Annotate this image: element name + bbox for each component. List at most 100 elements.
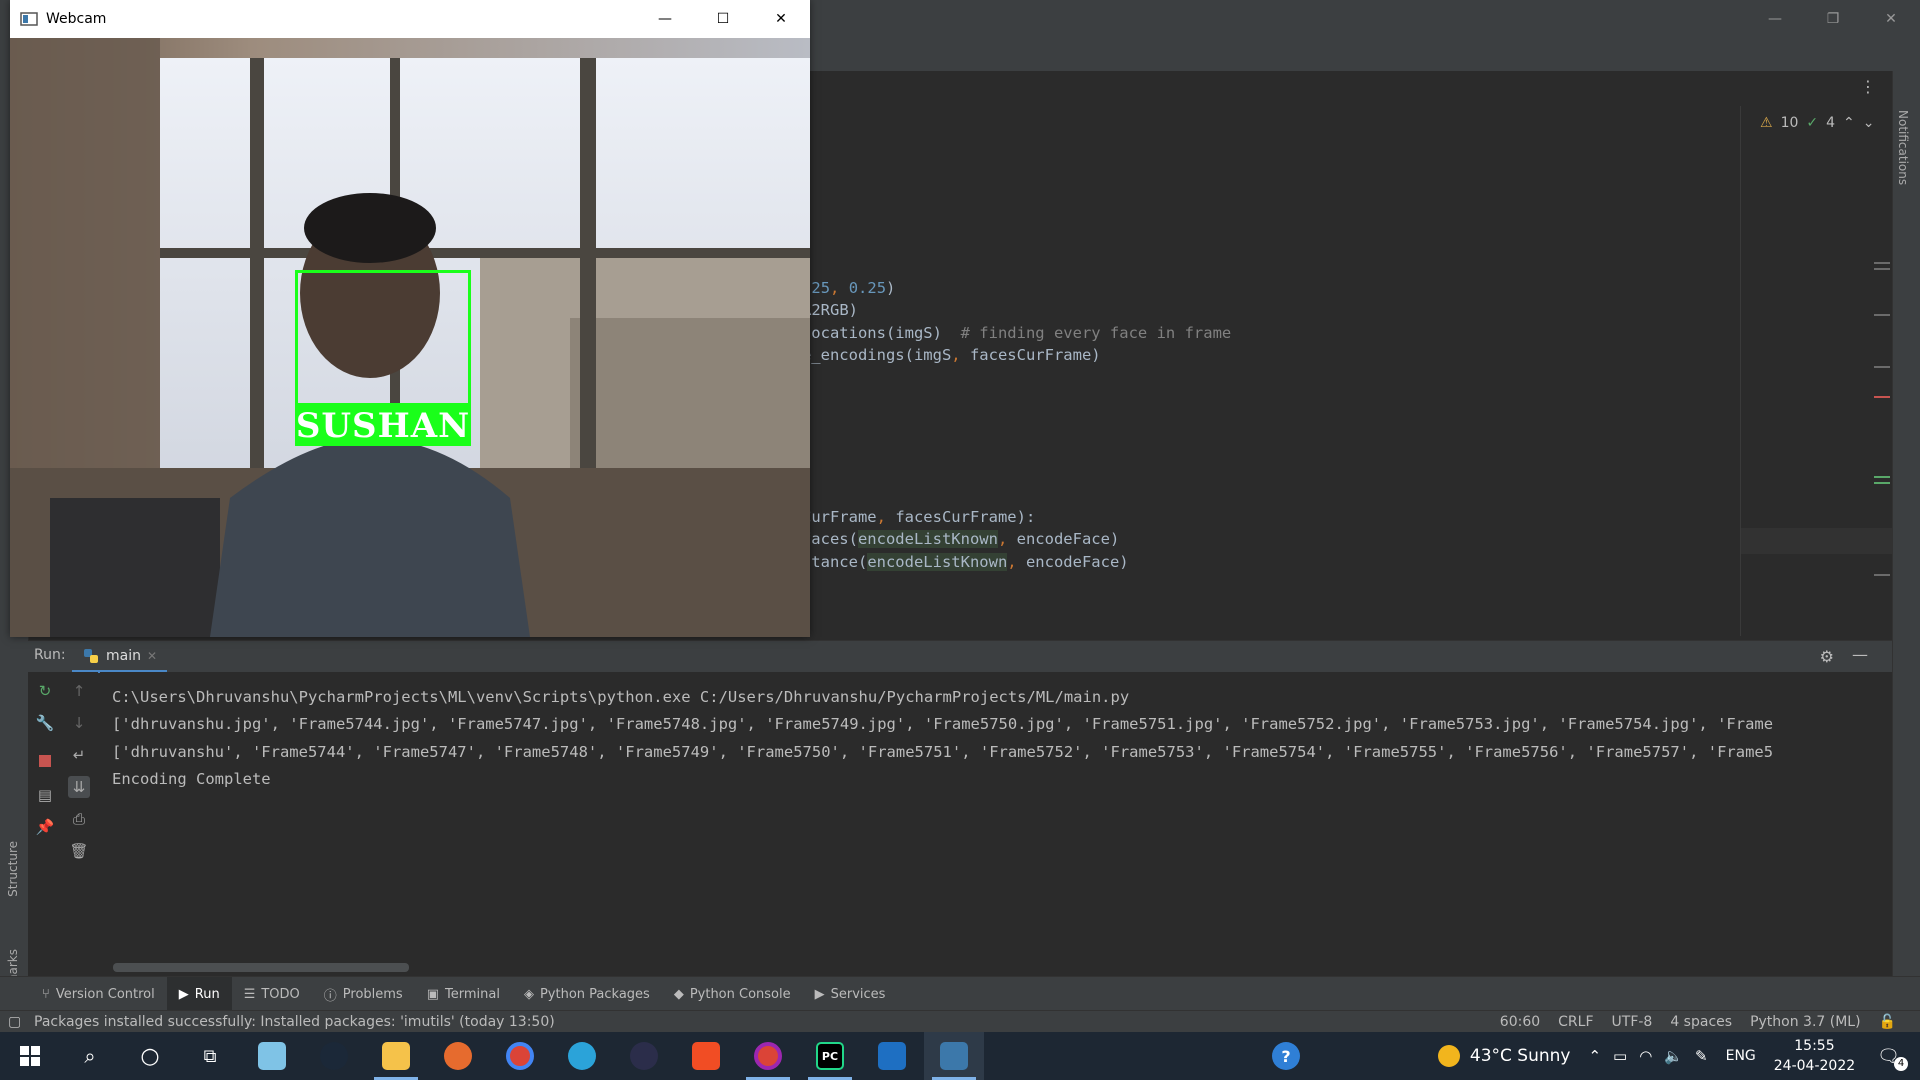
run-console[interactable]: C:\Users\Dhruvanshu\PycharmProjects\ML\v… <box>100 672 1892 976</box>
tab-version-control[interactable]: ⑂ Version Control <box>30 977 167 1011</box>
soft-wrap-icon[interactable]: ↵ <box>68 744 90 766</box>
code-token: , <box>951 346 970 364</box>
structure-tab[interactable]: Structure <box>6 841 20 897</box>
status-toggle-icon[interactable]: ▢ <box>8 1014 21 1030</box>
battery-icon[interactable]: ▭ <box>1613 1047 1627 1065</box>
services-icon: ▶ <box>814 986 825 1002</box>
tab-todo[interactable]: ☰ TODO <box>232 977 312 1011</box>
notifications-tab[interactable]: Notifications <box>1896 110 1910 185</box>
webcam-window[interactable]: Webcam — ☐ ✕ SUSHAN <box>10 0 810 637</box>
taskbar-app-icon[interactable] <box>738 1032 798 1080</box>
check-icon: ✓ <box>1806 115 1819 131</box>
run-tab-main[interactable]: main ✕ <box>72 641 168 673</box>
taskbar-app-icon[interactable] <box>366 1032 426 1080</box>
arrow-up-icon[interactable]: ↑ <box>68 680 90 702</box>
restore-icon[interactable]: ❐ <box>1804 0 1862 38</box>
windows-taskbar: ⌕ ○ ⧉ PC ? 43°C Sunny ⌃ ▭ ◠ 🔈 ✎ ENG 15:5… <box>0 1032 1920 1080</box>
tab-python-packages[interactable]: ◈ Python Packages <box>512 977 662 1011</box>
cortana-icon[interactable]: ○ <box>120 1032 180 1080</box>
wifi-icon[interactable]: ◠ <box>1639 1047 1652 1065</box>
window-app-icon <box>20 12 38 26</box>
notes-icon <box>258 1042 286 1070</box>
line-separator[interactable]: CRLF <box>1558 1014 1593 1030</box>
taskbar-app-icon[interactable]: PC <box>800 1032 860 1080</box>
warning-icon: ⚠ <box>1760 115 1773 131</box>
minimize-icon[interactable]: — <box>1746 0 1804 38</box>
tab-problems[interactable]: ⓘ Problems <box>312 977 415 1011</box>
taskbar-app-icon[interactable] <box>304 1032 364 1080</box>
scroll-marker <box>1874 262 1890 264</box>
hide-icon[interactable]: — <box>1852 645 1868 664</box>
tab-label: Run <box>194 986 220 1002</box>
wrench-icon[interactable]: 🔧 <box>34 712 56 734</box>
pycharm-icon: PC <box>816 1042 844 1070</box>
taskbar-app-icon[interactable] <box>862 1032 922 1080</box>
close-icon[interactable]: ✕ <box>1862 0 1920 38</box>
layout-icon[interactable]: ▤ <box>34 784 56 806</box>
tab-services[interactable]: ▶ Services <box>803 977 898 1011</box>
chevron-up-icon[interactable]: ⌃ <box>1588 1047 1601 1065</box>
file-encoding[interactable]: UTF-8 <box>1612 1014 1653 1030</box>
arrow-down-icon[interactable]: ↓ <box>68 712 90 734</box>
more-options-icon[interactable]: ⋮ <box>1860 77 1876 96</box>
clock-date: 24-04-2022 <box>1773 1058 1856 1074</box>
rerun-icon[interactable]: ↻ <box>34 680 56 702</box>
taskbar-app-icon[interactable] <box>614 1032 674 1080</box>
task-view-icon[interactable]: ⧉ <box>180 1032 240 1080</box>
tab-label: Version Control <box>55 986 155 1002</box>
pin-icon[interactable]: 📌 <box>34 816 56 838</box>
tab-python-console[interactable]: ◆ Python Console <box>662 977 803 1011</box>
tab-label: TODO <box>261 986 300 1002</box>
tool-window-tabs: ⑂ Version Control ▶ Run ☰ TODO ⓘ Problems ▣ T… <box>0 976 1920 1011</box>
tab-label: Problems <box>342 986 403 1002</box>
code-token: ) <box>886 279 896 297</box>
tab-run[interactable]: ▶ Run <box>166 977 232 1011</box>
caret-position[interactable]: 60:60 <box>1500 1014 1540 1030</box>
chevron-up-icon[interactable]: ⌃ <box>1843 115 1855 131</box>
code-token: facesCurFrame): <box>895 508 1036 526</box>
webcam-title: Webcam <box>46 11 107 27</box>
taskbar-app-icon[interactable] <box>552 1032 612 1080</box>
breadcrumb[interactable]: n zip(... <box>660 611 1744 637</box>
search-icon[interactable]: ⌕ <box>60 1032 120 1080</box>
clock[interactable]: 15:55 24-04-2022 <box>1774 1036 1855 1076</box>
volume-icon[interactable]: 🔈 <box>1664 1047 1683 1065</box>
language-indicator[interactable]: ENG <box>1726 1048 1756 1064</box>
action-center-icon[interactable]: 🗨 4 <box>1877 1046 1908 1071</box>
gear-icon[interactable]: ⚙ <box>1820 647 1834 666</box>
indent-setting[interactable]: 4 spaces <box>1670 1014 1732 1030</box>
close-icon[interactable]: ✕ <box>752 0 810 38</box>
minimize-icon[interactable]: — <box>636 0 694 38</box>
taskbar-app-icon[interactable] <box>490 1032 550 1080</box>
maximize-icon[interactable]: ☐ <box>694 0 752 38</box>
taskbar-app-icon[interactable] <box>428 1032 488 1080</box>
scroll-to-end-icon[interactable]: ⇊ <box>68 776 90 798</box>
webcam-titlebar[interactable]: Webcam — ☐ ✕ <box>10 0 810 38</box>
close-icon[interactable]: ✕ <box>147 649 157 663</box>
lock-icon[interactable]: 🔓 <box>1879 1014 1896 1030</box>
inspection-widget[interactable]: ⚠ 10 ✓ 4 ⌃ ⌄ <box>1760 112 1875 134</box>
taskbar-app-icon[interactable] <box>242 1032 302 1080</box>
start-button[interactable] <box>0 1032 60 1080</box>
right-tool-strip <box>1892 71 1920 976</box>
edge-icon <box>568 1042 596 1070</box>
tab-terminal[interactable]: ▣ Terminal <box>415 977 512 1011</box>
console-horizontal-scrollbar[interactable] <box>113 963 409 972</box>
stop-icon[interactable] <box>34 750 56 772</box>
play-icon: ▶ <box>178 986 189 1002</box>
tab-label: Python Console <box>689 986 791 1002</box>
taskbar-app-icon[interactable] <box>676 1032 736 1080</box>
photos-icon <box>878 1042 906 1070</box>
steam-icon <box>320 1042 348 1070</box>
chrome-icon <box>506 1042 534 1070</box>
status-message[interactable]: Packages installed successfully: Install… <box>34 1014 555 1030</box>
help-icon[interactable]: ? <box>1272 1042 1300 1070</box>
weather-text[interactable]: 43°C Sunny <box>1470 1046 1571 1066</box>
taskbar-app-icon[interactable] <box>924 1032 984 1080</box>
chevron-down-icon[interactable]: ⌄ <box>1863 115 1875 131</box>
print-icon[interactable]: ⎙ <box>68 808 90 830</box>
trash-icon[interactable]: 🗑 <box>68 840 90 862</box>
interpreter[interactable]: Python 3.7 (ML) <box>1750 1014 1861 1030</box>
pen-icon[interactable]: ✎ <box>1695 1047 1708 1065</box>
code-editor[interactable]: ings(images) () (0, 0), None, 0.25, 0.25… <box>660 106 1740 611</box>
